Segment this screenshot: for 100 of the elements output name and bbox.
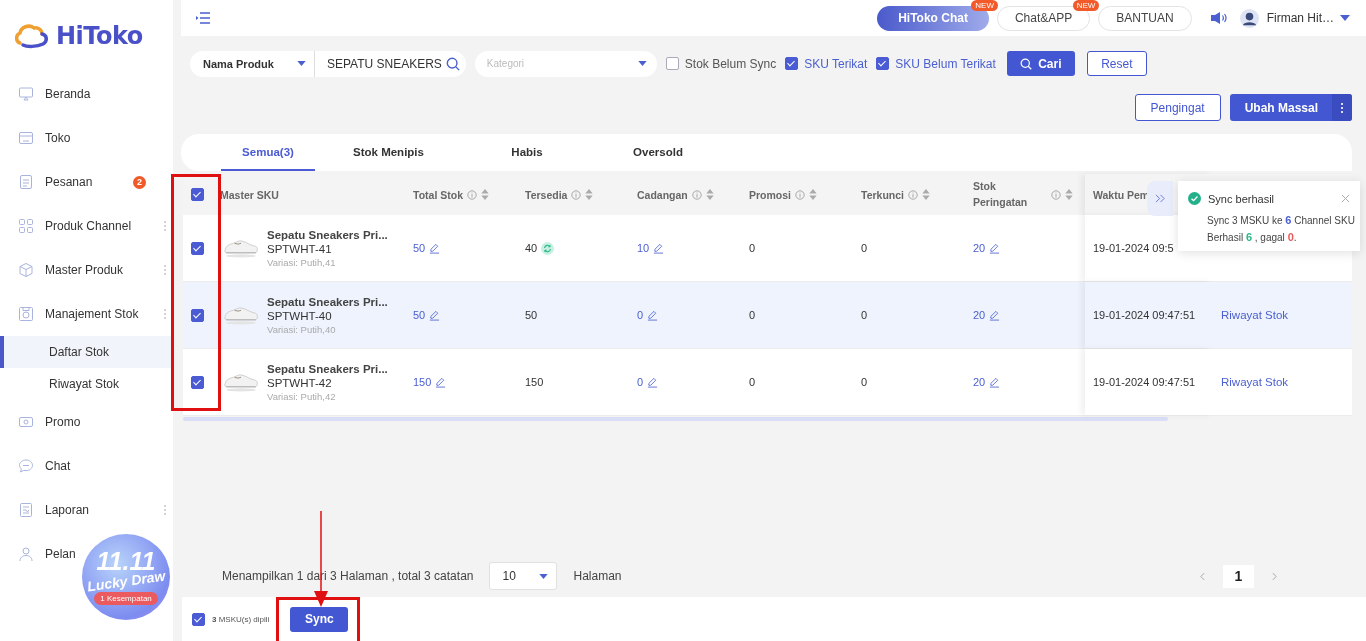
reminder-button[interactable]: Pengingat (1134, 94, 1221, 121)
sidebar-item[interactable]: Beranda (0, 72, 99, 116)
checkbox[interactable] (876, 57, 890, 70)
caret-icon[interactable] (1340, 15, 1350, 21)
sidebar-item[interactable]: Promo (0, 400, 89, 444)
table-cell[interactable]: 20 (973, 242, 986, 254)
sort-icon[interactable] (585, 189, 594, 200)
sort-icon[interactable] (809, 189, 817, 200)
pencil-icon[interactable] (429, 242, 441, 254)
sidebar-item[interactable]: Pesanan 2 (0, 160, 173, 204)
info-icon[interactable] (795, 189, 805, 200)
info-icon[interactable] (467, 189, 477, 200)
ticket-icon (18, 414, 34, 430)
sync-button[interactable]: Sync (290, 606, 349, 632)
close-icon[interactable] (1341, 194, 1350, 203)
caret-icon[interactable] (539, 573, 549, 579)
sidebar-item[interactable]: Produk Channel (0, 204, 173, 248)
more-icon[interactable] (1340, 101, 1344, 114)
checkbox[interactable] (191, 375, 204, 389)
checkbox-label[interactable]: SKU Belum Terikat (895, 56, 996, 71)
search-field[interactable]: SEPATU SNEAKERS (314, 50, 466, 77)
sort-icon[interactable] (1065, 189, 1073, 200)
tab[interactable]: Oversold (593, 134, 723, 171)
caret-icon[interactable] (637, 61, 647, 66)
column-header[interactable]: Stok Peringatan (973, 178, 1073, 211)
promo-badge[interactable]: 11.11 Lucky Draw 1 Kesempatan (82, 534, 170, 620)
menu-icon[interactable] (196, 12, 210, 24)
sort-icon[interactable] (705, 189, 714, 200)
table-cell: 19-01-2024 09:5 (1093, 242, 1174, 254)
pencil-icon[interactable] (429, 309, 441, 321)
table-cell[interactable]: 0 (637, 376, 644, 388)
tab[interactable]: Semua(3) (221, 134, 315, 171)
table-cell[interactable]: 0 (637, 309, 644, 321)
bulk-edit-button[interactable]: Ubah Massal (1229, 94, 1352, 121)
info-icon[interactable] (571, 189, 582, 200)
pencil-icon[interactable] (989, 376, 1001, 388)
sort-icon[interactable] (481, 189, 489, 200)
pencil-icon[interactable] (989, 242, 1001, 254)
table-cell[interactable]: 150 (413, 376, 432, 388)
table-cell[interactable]: 20 (973, 376, 986, 388)
search-button[interactable]: Cari (1006, 51, 1075, 76)
table-cell[interactable]: 50 (413, 242, 426, 254)
checkbox[interactable] (191, 188, 204, 201)
caret-icon[interactable] (296, 61, 306, 66)
success-icon (1188, 192, 1201, 205)
sort-icon[interactable] (922, 189, 930, 200)
tab[interactable]: Habis (462, 134, 592, 171)
speaker-icon[interactable] (1209, 11, 1228, 25)
page-button[interactable]: 1 (1223, 564, 1254, 588)
sidebar-item[interactable]: Manajement Stok (0, 292, 173, 336)
field-select[interactable]: Nama Produk (190, 50, 315, 77)
promo-title: 11.11 (96, 548, 156, 574)
reset-button[interactable]: Reset (1086, 51, 1147, 76)
sidebar-subitem[interactable]: Daftar Stok (0, 336, 173, 368)
checkbox[interactable] (785, 57, 799, 70)
cloud-logo-icon (14, 23, 50, 49)
sidebar-item[interactable]: Master Produk (0, 248, 173, 292)
column-header[interactable]: Tersedia (525, 188, 594, 201)
sidebar-subitem[interactable]: Riwayat Stok (0, 368, 173, 400)
checkbox[interactable] (191, 308, 204, 322)
table-cell: 19-01-2024 09:47:51 (1093, 309, 1196, 321)
table-cell: 50 (525, 309, 538, 321)
user-name[interactable]: Firman Hit… (1266, 11, 1334, 25)
sidebar-item[interactable]: Toko (0, 116, 79, 160)
column-header[interactable]: Total Stok (413, 188, 489, 201)
pencil-icon[interactable] (647, 376, 659, 388)
sync-icon[interactable] (541, 241, 555, 255)
search-icon[interactable] (445, 56, 460, 71)
stock-history-link[interactable]: Riwayat Stok (1221, 376, 1289, 388)
checkbox[interactable] (192, 612, 205, 626)
avatar-icon[interactable] (1239, 8, 1259, 28)
sidebar-item[interactable]: Pelan (0, 532, 84, 576)
table-cell[interactable]: 50 (413, 309, 426, 321)
column-header[interactable]: Master SKU (220, 188, 279, 201)
column-header[interactable]: Promosi (749, 188, 817, 201)
pencil-icon[interactable] (435, 376, 447, 388)
info-icon[interactable] (1051, 189, 1061, 200)
table-cell[interactable]: 10 (637, 242, 650, 254)
tab[interactable]: Stok Menipis (316, 134, 461, 171)
table-cell: 0 (861, 376, 868, 388)
table-cell[interactable]: 20 (973, 309, 986, 321)
sidebar-item[interactable]: Laporan (0, 488, 173, 532)
pencil-icon[interactable] (989, 309, 1001, 321)
expand-button[interactable] (1147, 181, 1173, 216)
info-icon[interactable] (691, 189, 702, 200)
checkbox[interactable] (665, 57, 679, 70)
checkbox-label[interactable]: Stok Belum Sync (684, 56, 777, 71)
stock-history-link[interactable]: Riwayat Stok (1221, 309, 1289, 321)
pencil-icon[interactable] (647, 309, 659, 321)
variation-text: Variasi: Putih,42 (267, 390, 337, 402)
sidebar-item[interactable]: Chat (0, 444, 79, 488)
page-size-select[interactable]: 10 (489, 562, 558, 590)
column-header[interactable]: Terkunci (861, 188, 930, 201)
checkbox-label[interactable]: SKU Terikat (804, 56, 868, 71)
header-button[interactable]: BANTUAN (1098, 5, 1192, 31)
checkbox[interactable] (191, 241, 204, 255)
column-header[interactable]: Cadangan (637, 188, 714, 201)
report-icon (18, 502, 34, 518)
pencil-icon[interactable] (653, 242, 665, 254)
info-icon[interactable] (908, 189, 918, 200)
